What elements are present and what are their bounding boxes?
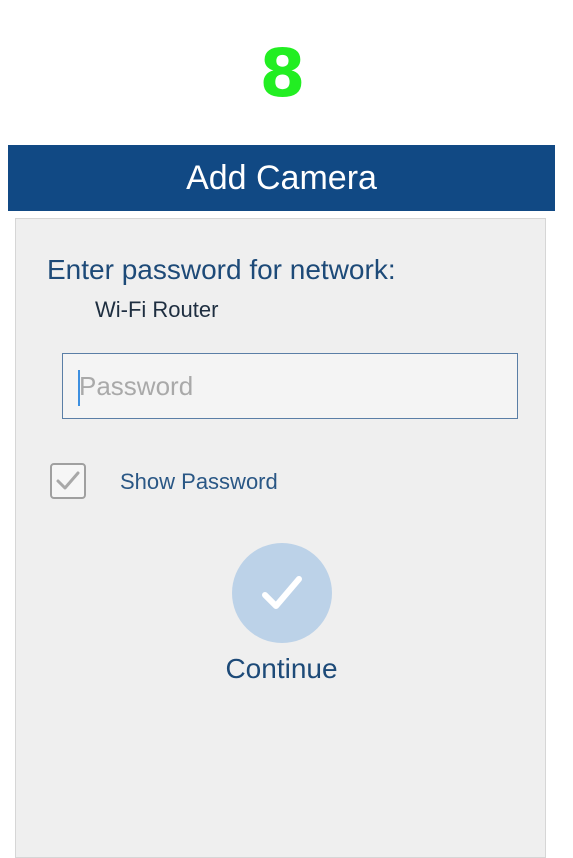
show-password-checkbox[interactable]: [50, 463, 86, 499]
checkmark-icon: [56, 471, 80, 490]
add-camera-panel: Enter password for network: Wi-Fi Router…: [15, 218, 546, 858]
title-bar: Add Camera: [8, 145, 555, 211]
network-password-prompt: Enter password for network:: [47, 254, 396, 285]
text-cursor: [78, 370, 80, 406]
password-field[interactable]: [62, 353, 518, 419]
show-password-label[interactable]: Show Password: [120, 469, 278, 495]
continue-label[interactable]: Continue: [16, 653, 547, 685]
network-name: Wi-Fi Router: [95, 297, 219, 322]
continue-button[interactable]: [232, 543, 332, 643]
page-title: Add Camera: [186, 159, 377, 197]
step-number: 8: [259, 35, 306, 112]
checkmark-icon: [262, 576, 302, 609]
password-input[interactable]: [63, 354, 517, 418]
